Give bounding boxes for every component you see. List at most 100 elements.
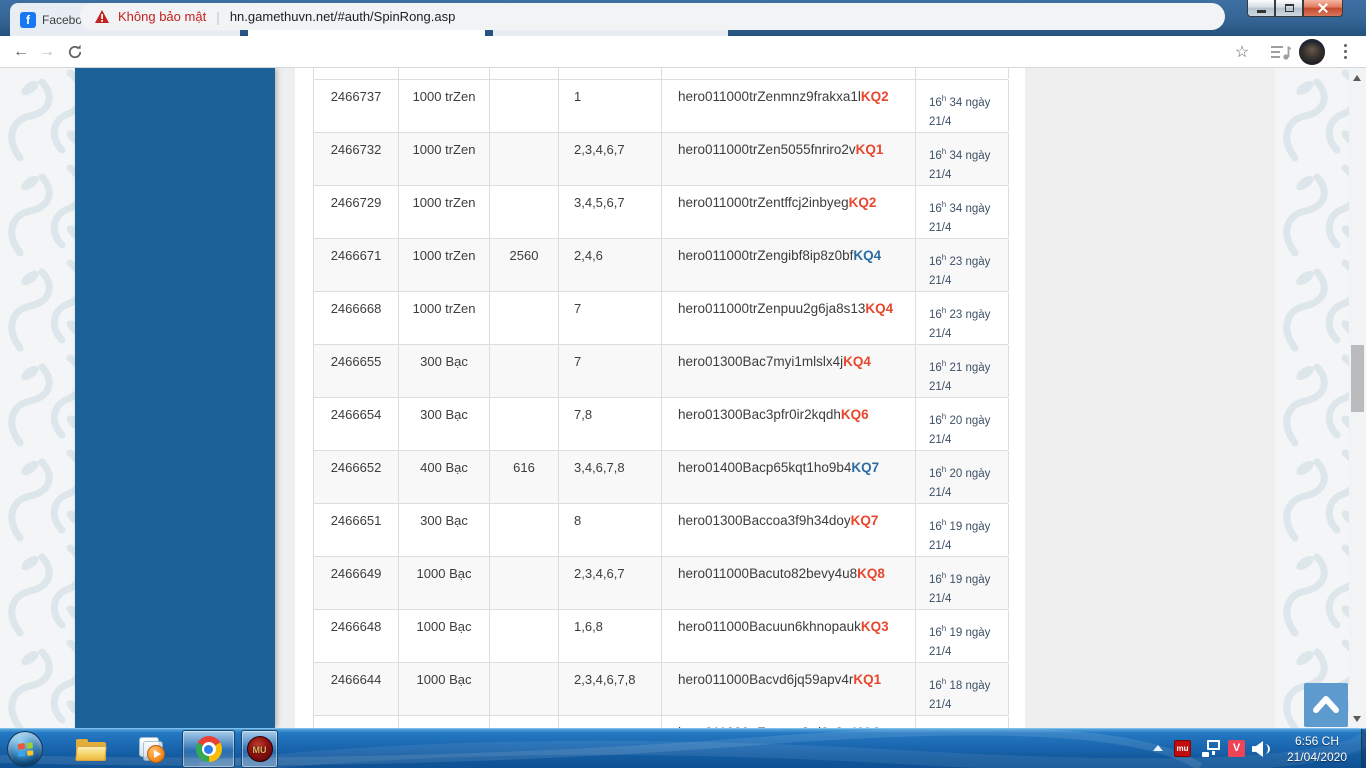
cell-timestamp: 16h 17 ngày21/4 xyxy=(916,716,1009,728)
omnibox-separator: | xyxy=(216,9,220,25)
cell-win-amount xyxy=(490,663,559,715)
cell-spin-code: hero01400Bacp65kqt1ho9b4KQ7 xyxy=(662,451,916,503)
cell-spin-id: 2466637 xyxy=(314,716,399,728)
cell-win-amount xyxy=(490,610,559,662)
cell-bet-amount: 1000 Bạc xyxy=(399,610,490,662)
cell-bet-amount: 400 Bạc xyxy=(399,451,490,503)
forward-button[interactable]: → xyxy=(34,43,60,61)
cell-spin-id: 2466648 xyxy=(314,610,399,662)
page-scrollbar[interactable] xyxy=(1349,68,1366,728)
cell-numbers: 1 xyxy=(559,80,662,132)
cell-bet-amount: 1000 trZen xyxy=(399,186,490,238)
cell-spin-id: 2466651 xyxy=(314,504,399,556)
start-button[interactable] xyxy=(7,731,43,767)
cell-numbers: 2,4,6 xyxy=(559,239,662,291)
folder-icon xyxy=(76,738,106,761)
cell-spin-code: hero011000trZengibf8ip8z0bfKQ4 xyxy=(662,239,916,291)
show-desktop-button[interactable] xyxy=(1361,729,1366,768)
taskbar-clock[interactable]: 6:56 CH 21/04/2020 xyxy=(1274,733,1360,765)
windows-flag-icon xyxy=(18,742,34,757)
cell-win-amount xyxy=(490,133,559,185)
cell-timestamp: 16h 19 ngày21/4 xyxy=(916,557,1009,609)
close-window-button[interactable] xyxy=(1303,0,1343,17)
table-row: 2466652 400 Bạc 616 3,4,6,7,8 hero01400B… xyxy=(314,451,1008,504)
cell-timestamp: 16h 20 ngày21/4 xyxy=(916,451,1009,503)
back-button[interactable]: ← xyxy=(8,43,34,61)
cell-timestamp: 16h 23 ngày21/4 xyxy=(916,292,1009,344)
cell-timestamp: 16h 20 ngày21/4 xyxy=(916,398,1009,450)
cell-spin-id: 2466655 xyxy=(314,345,399,397)
desktop-screen: f Facebook × MU MU Hà Nội 2003 - Gamethu… xyxy=(0,0,1366,768)
network-tray-icon[interactable] xyxy=(1202,740,1220,757)
minimize-button[interactable] xyxy=(1247,0,1275,17)
cell-timestamp: 16h 34 ngày21/4 xyxy=(916,80,1009,132)
table-row: 2466732 1000 trZen 2,3,4,6,7 hero011000t… xyxy=(314,133,1008,186)
cell-numbers: 2,3,4,6,7,8 xyxy=(559,663,662,715)
tray-mu-icon[interactable]: mu xyxy=(1174,740,1191,757)
browser-menu-icon[interactable] xyxy=(1343,44,1347,62)
table-row: 2466655 300 Bạc 7 hero01300Bac7myi1mlslx… xyxy=(314,345,1008,398)
cell-timestamp: 16h 18 ngày21/4 xyxy=(916,663,1009,715)
taskbar-chrome-button[interactable] xyxy=(182,730,235,768)
url-text[interactable]: hn.gamethuvn.net/#auth/SpinRong.asp xyxy=(230,9,456,24)
clock-date: 21/04/2020 xyxy=(1274,749,1360,765)
spin-table-body: 2466737 1000 trZen 1 hero011000trZenmnz9… xyxy=(314,80,1008,728)
scrollbar-up-icon[interactable] xyxy=(1353,75,1361,81)
cell-bet-amount: 1000 trZen xyxy=(399,80,490,132)
table-row: 2466649 1000 Bạc 2,3,4,6,7 hero011000Bac… xyxy=(314,557,1008,610)
maximize-icon xyxy=(1285,4,1294,12)
security-warning-label[interactable]: Không bảo mật xyxy=(118,9,206,24)
cell-win-amount: 616 xyxy=(490,451,559,503)
table-row: 2466654 300 Bạc 7,8 hero01300Bac3pfr0ir2… xyxy=(314,398,1008,451)
cell-spin-code: hero011000trZenqtw3rd0v3wKQ2 xyxy=(662,716,916,728)
back-to-top-button[interactable] xyxy=(1304,683,1348,727)
cell-numbers: 1,2,4,6,7,8 xyxy=(559,716,662,728)
table-card: 2466737 1000 trZen 1 hero011000trZenmnz9… xyxy=(295,68,1025,728)
cell-spin-code: hero011000trZentffcj2inbyegKQ2 xyxy=(662,186,916,238)
bookmark-star-icon[interactable]: ☆ xyxy=(1232,42,1252,62)
media-player-icon xyxy=(138,736,165,763)
reload-button[interactable] xyxy=(62,43,88,61)
cell-win-amount xyxy=(490,557,559,609)
cell-bet-amount: 1000 Bạc xyxy=(399,663,490,715)
profile-avatar[interactable] xyxy=(1299,39,1325,65)
chrome-icon xyxy=(196,736,222,762)
media-list-extension-icon[interactable] xyxy=(1270,44,1292,60)
table-row: 2466651 300 Bạc 8 hero01300Baccoa3f9h34d… xyxy=(314,504,1008,557)
taskbar-mu-game-button[interactable]: MU xyxy=(241,730,278,768)
tray-v-icon[interactable]: V xyxy=(1228,740,1245,757)
cell-numbers: 3,4,5,6,7 xyxy=(559,186,662,238)
address-bar[interactable]: Không bảo mật | hn.gamethuvn.net/#auth/S… xyxy=(80,3,1225,30)
cell-spin-code: hero011000trZenmnz9frakxa1lKQ2 xyxy=(662,80,916,132)
maximize-button[interactable] xyxy=(1275,0,1303,17)
scrollbar-down-icon[interactable] xyxy=(1353,716,1361,722)
clock-time: 6:56 CH xyxy=(1274,733,1360,749)
table-row: 2466637 1000 trZen 1020 1,2,4,6,7,8 hero… xyxy=(314,716,1008,728)
cell-win-amount: 1020 xyxy=(490,716,559,728)
cell-timestamp: 16h 34 ngày21/4 xyxy=(916,186,1009,238)
spin-history-table: 2466737 1000 trZen 1 hero011000trZenmnz9… xyxy=(313,68,1008,728)
cell-numbers: 7 xyxy=(559,292,662,344)
facebook-icon: f xyxy=(20,12,36,28)
windows-taskbar: MU mu V 6:56 CH 21/04/2020 xyxy=(0,728,1366,768)
cell-win-amount: 2560 xyxy=(490,239,559,291)
cell-bet-amount: 1000 trZen xyxy=(399,292,490,344)
volume-tray-icon[interactable] xyxy=(1252,741,1272,757)
cell-spin-id: 2466729 xyxy=(314,186,399,238)
cell-bet-amount: 1000 Bạc xyxy=(399,557,490,609)
cell-numbers: 3,4,6,7,8 xyxy=(559,451,662,503)
cell-timestamp: 16h 23 ngày21/4 xyxy=(916,239,1009,291)
table-row: 2466668 1000 trZen 7 hero011000trZenpuu2… xyxy=(314,292,1008,345)
table-row: 2466671 1000 trZen 2560 2,4,6 hero011000… xyxy=(314,239,1008,292)
cell-numbers: 8 xyxy=(559,504,662,556)
cell-win-amount xyxy=(490,292,559,344)
cell-spin-id: 2466652 xyxy=(314,451,399,503)
taskbar-media-player-button[interactable] xyxy=(128,730,174,768)
taskbar-explorer-button[interactable] xyxy=(68,730,114,768)
cell-spin-code: hero01300Baccoa3f9h34doyKQ7 xyxy=(662,504,916,556)
table-row: 2466737 1000 trZen 1 hero011000trZenmnz9… xyxy=(314,80,1008,133)
cell-timestamp: 16h 21 ngày21/4 xyxy=(916,345,1009,397)
table-row: 2466644 1000 Bạc 2,3,4,6,7,8 hero011000B… xyxy=(314,663,1008,716)
scrollbar-thumb[interactable] xyxy=(1351,345,1364,412)
show-hidden-icons-button[interactable] xyxy=(1153,745,1163,751)
